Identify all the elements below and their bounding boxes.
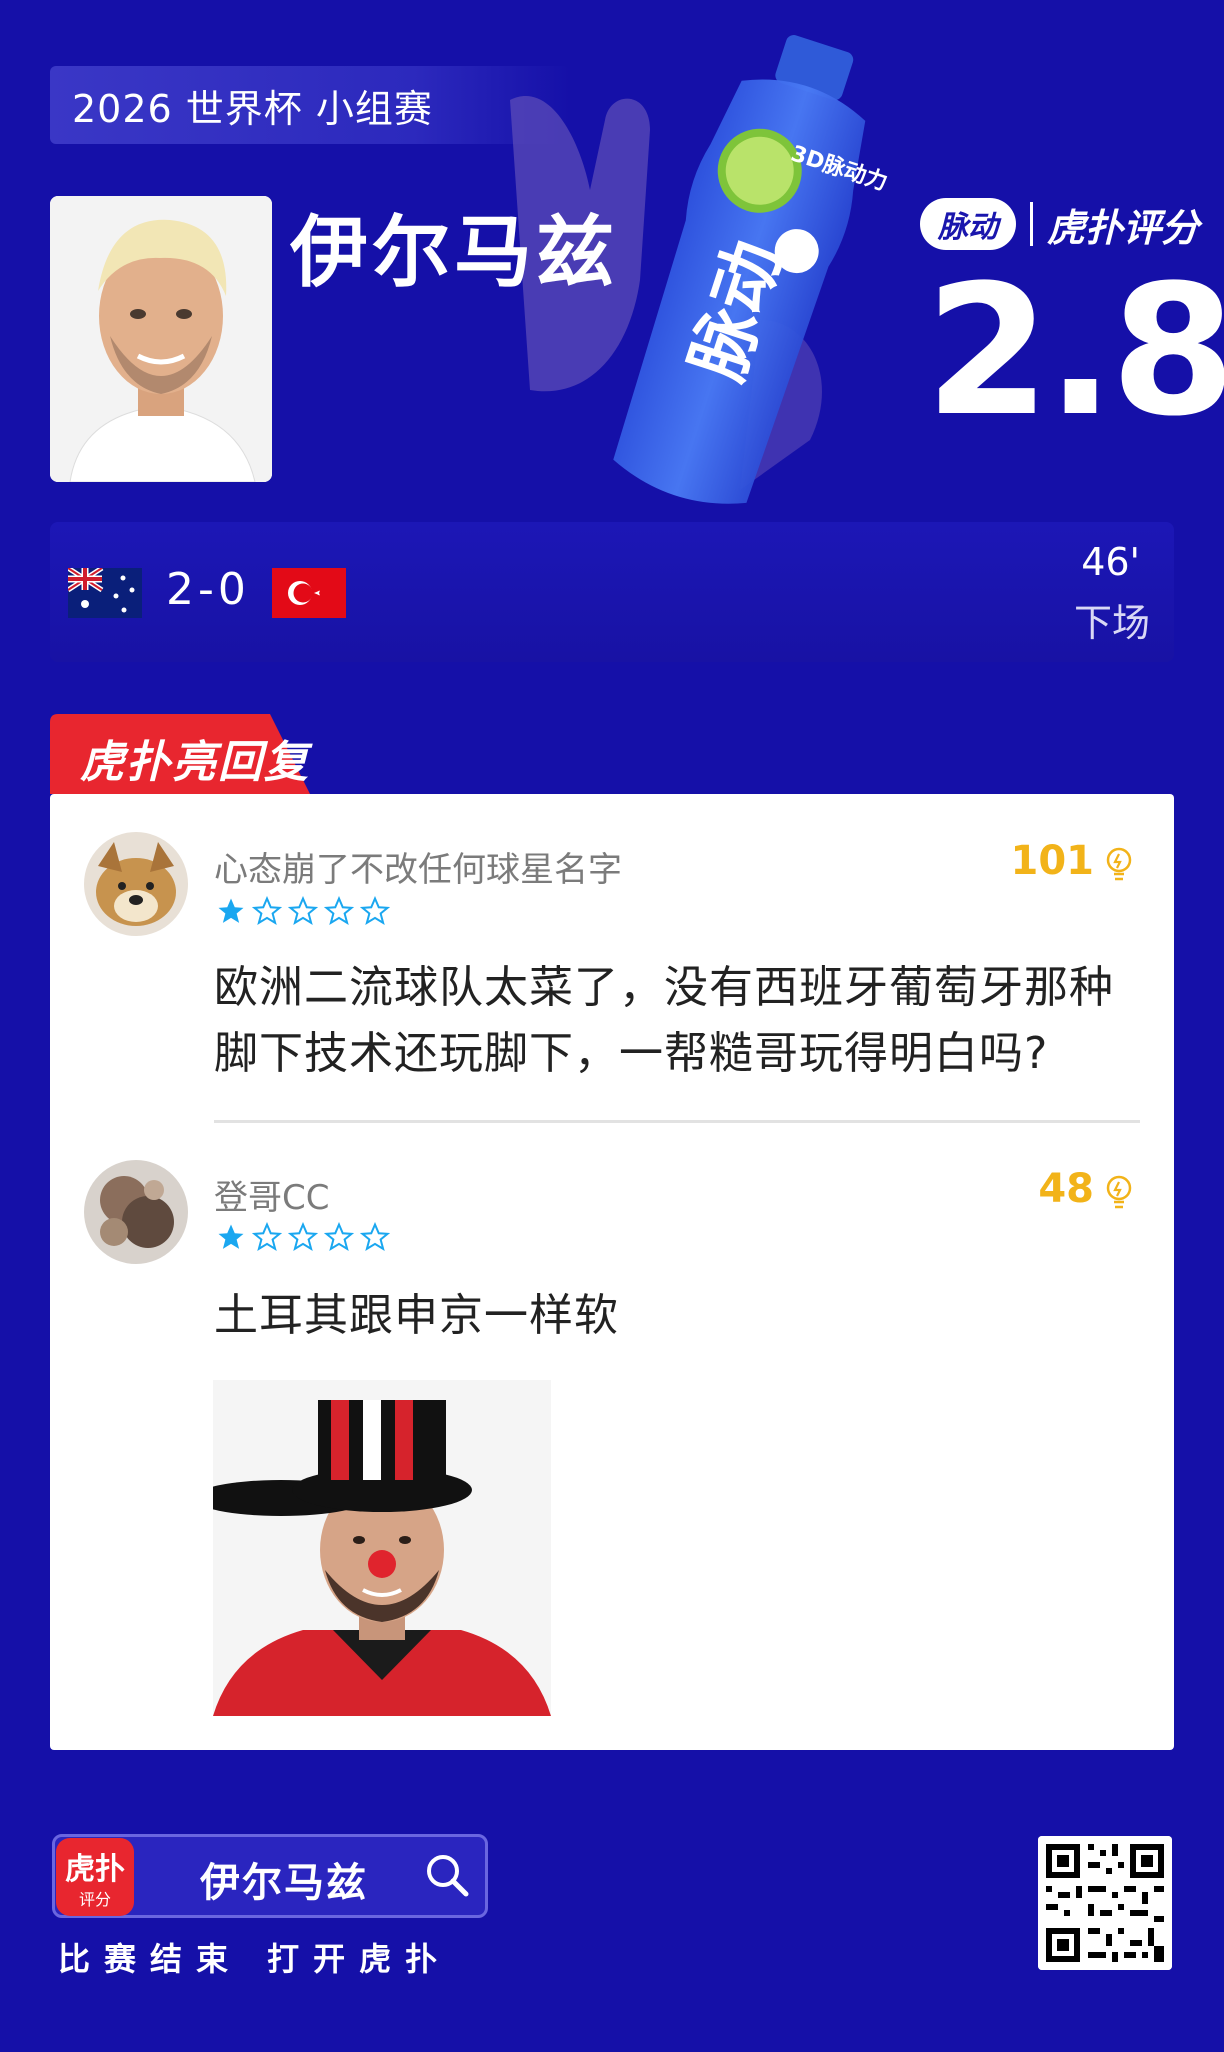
- app-icon-subtext: 评分: [78, 1890, 111, 1909]
- comment-avatar[interactable]: [84, 832, 188, 936]
- comment-like-count: 48: [1038, 1166, 1094, 1212]
- qr-code[interactable]: [1038, 1836, 1172, 1970]
- comment-text-line: 脚下技术还玩脚下，一帮糙哥玩得明白吗?: [214, 1028, 1049, 1079]
- star-empty-icon: [324, 896, 354, 926]
- substitution-status: 下场: [1073, 601, 1150, 645]
- comment-divider: [214, 1120, 1140, 1123]
- highlights-tab-label: 虎扑亮回复: [80, 737, 310, 788]
- comment-star-rating: [216, 1222, 390, 1252]
- footer-caption: 比赛结束 打开虎扑: [58, 1940, 452, 1978]
- sponsor-rating-brand: 脉动 虎扑评分: [920, 196, 1199, 252]
- player-name: 伊尔马兹: [290, 208, 619, 298]
- comment-text-line: 土耳其跟申京一样软: [214, 1290, 619, 1341]
- player-rating: 2.8: [925, 247, 1224, 456]
- star-empty-icon: [288, 1222, 318, 1252]
- star-empty-icon: [252, 896, 282, 926]
- comment-star-rating: [216, 896, 390, 926]
- comment-text-line: 欧洲二流球队太菜了，没有西班牙葡萄牙那种: [214, 962, 1114, 1013]
- star-empty-icon: [360, 896, 390, 926]
- star-filled-icon: [218, 898, 244, 923]
- player-photo: [50, 196, 272, 482]
- comment-username[interactable]: 心态崩了不改任何球星名字: [214, 842, 622, 891]
- turkey-flag-icon: [272, 568, 346, 618]
- sponsor-logo: 脉动: [920, 198, 1016, 250]
- light-bulb-like-icon[interactable]: [1104, 846, 1134, 884]
- star-empty-icon: [324, 1222, 354, 1252]
- match-label: 2026 世界杯 小组赛: [50, 66, 570, 144]
- comment-like-count: 101: [1010, 838, 1095, 884]
- star-empty-icon: [288, 896, 318, 926]
- australia-flag-icon: [68, 568, 142, 618]
- search-icon[interactable]: [424, 1852, 470, 1898]
- comment-avatar[interactable]: [84, 1160, 188, 1264]
- comment-username[interactable]: 登哥CC: [214, 1170, 329, 1219]
- star-empty-icon: [360, 1222, 390, 1252]
- brand-divider: [1030, 202, 1033, 246]
- substitution-minute: 46': [1081, 540, 1140, 584]
- star-filled-icon: [218, 1224, 244, 1249]
- star-empty-icon: [252, 1222, 282, 1252]
- hupu-app-icon[interactable]: 虎扑 评分: [56, 1838, 134, 1916]
- comment-attached-image[interactable]: [213, 1380, 551, 1716]
- match-label-text: 2026 世界杯 小组赛: [72, 86, 433, 131]
- app-icon-text: 虎扑: [65, 1852, 125, 1887]
- match-score: 2-0: [166, 564, 250, 615]
- search-query-text: 伊尔马兹: [200, 1860, 368, 1906]
- rating-brand-label: 虎扑评分: [1047, 205, 1200, 250]
- light-bulb-like-icon[interactable]: [1104, 1174, 1134, 1212]
